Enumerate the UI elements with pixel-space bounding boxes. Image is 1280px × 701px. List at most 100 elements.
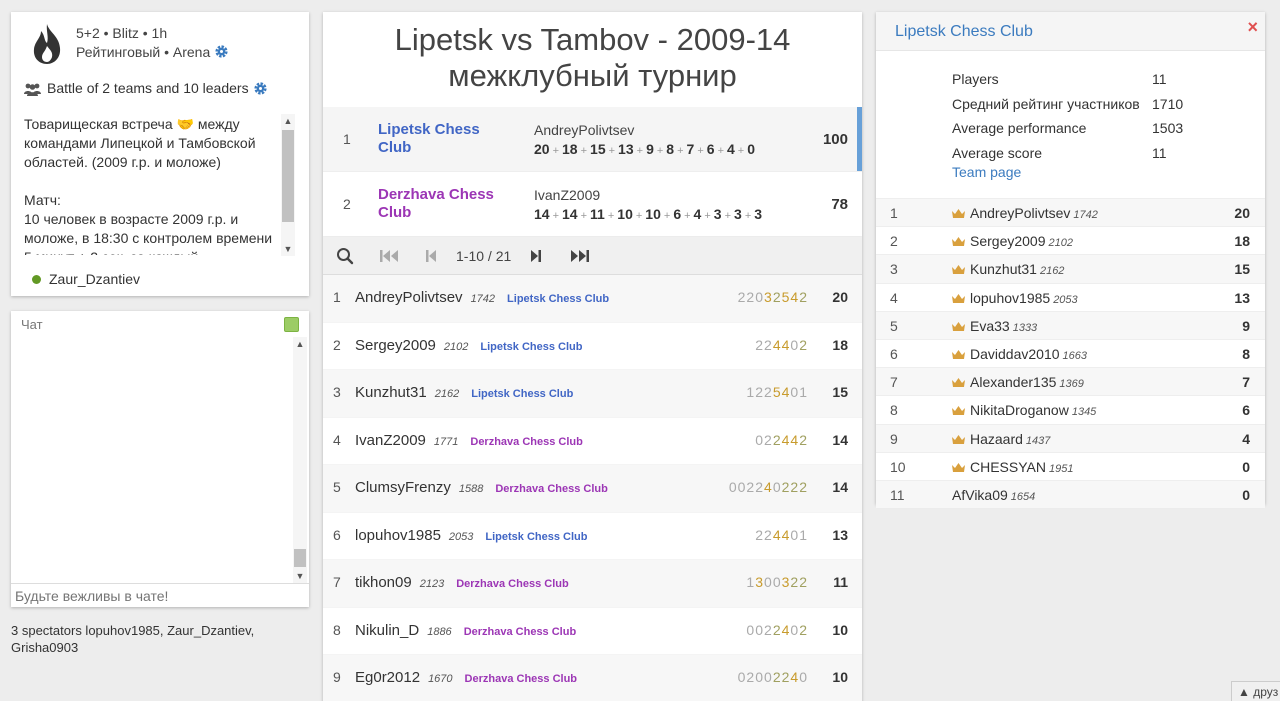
member-cell[interactable]: Hazaard 1437 bbox=[952, 431, 1050, 447]
prev-page-icon[interactable] bbox=[425, 248, 437, 264]
player-name[interactable]: Nikulin_D bbox=[355, 622, 419, 639]
team-stats: Average score 11 Average performance 1503 Ср… bbox=[876, 51, 1265, 198]
scroll-thumb[interactable] bbox=[294, 549, 306, 567]
team-standing-row[interactable]: 1 Lipetsk Chess Club AndreyPolivtsev 20 +18… bbox=[323, 107, 862, 172]
standing-team[interactable]: Derzhava Chess Club bbox=[378, 186, 508, 222]
member-cell[interactable]: Daviddav2010 1663 bbox=[952, 346, 1087, 362]
member-name[interactable]: NikitaDroganow bbox=[970, 402, 1069, 418]
friends-tab[interactable]: ▲ друз bbox=[1231, 681, 1280, 701]
scroll-up-icon[interactable]: ▲ bbox=[281, 114, 295, 128]
member-name[interactable]: Daviddav2010 bbox=[970, 346, 1060, 362]
player-name[interactable]: lopuhov1985 bbox=[355, 527, 441, 544]
player-team[interactable]: Lipetsk Chess Club bbox=[471, 388, 573, 400]
list-item[interactable]: 8 NikitaDroganow 1345 6 bbox=[876, 395, 1265, 423]
list-item[interactable]: 10 CHESSYAN 1951 0 bbox=[876, 451, 1265, 480]
member-cell[interactable]: Alexander135 1369 bbox=[952, 374, 1084, 390]
description-scrollbar[interactable]: ▲ ▼ bbox=[281, 114, 295, 256]
member-name[interactable]: AfVika09 bbox=[952, 487, 1008, 503]
player-name[interactable]: Sergey2009 bbox=[355, 337, 436, 354]
player-score: 15 bbox=[832, 384, 848, 400]
player-team[interactable]: Lipetsk Chess Club bbox=[507, 293, 609, 305]
player-team[interactable]: Derzhava Chess Club bbox=[464, 626, 576, 638]
scroll-down-icon[interactable]: ▼ bbox=[293, 569, 307, 583]
player-rank: 4 bbox=[333, 431, 341, 448]
scroll-up-icon[interactable]: ▲ bbox=[293, 337, 307, 351]
player-name[interactable]: tikhon09 bbox=[355, 574, 412, 591]
table-row[interactable]: 7 tikhon09 2123 Derzhava Chess Club 1300322 1… bbox=[323, 560, 862, 608]
member-cell[interactable]: AndreyPolivtsev 1742 bbox=[952, 205, 1098, 221]
table-row[interactable]: 3 Kunzhut31 2162 Lipetsk Chess Club 1225401 1… bbox=[323, 370, 862, 418]
player-team[interactable]: Derzhava Chess Club bbox=[470, 436, 582, 448]
player-team[interactable]: Derzhava Chess Club bbox=[465, 673, 577, 685]
table-row[interactable]: 8 Nikulin_D 1886 Derzhava Chess Club 0022402… bbox=[323, 608, 862, 655]
standing-team[interactable]: Lipetsk Chess Club bbox=[378, 121, 508, 157]
player-cell[interactable]: ClumsyFrenzy 1588 Derzhava Chess Club bbox=[355, 479, 608, 496]
close-icon[interactable]: × bbox=[1247, 17, 1258, 38]
list-item[interactable]: 3 Kunzhut31 2162 15 bbox=[876, 254, 1265, 283]
member-cell[interactable]: NikitaDroganow 1345 bbox=[952, 402, 1096, 418]
tournament-creator[interactable]: Zaur_Dzantiev bbox=[32, 271, 140, 287]
player-name[interactable]: IvanZ2009 bbox=[355, 432, 426, 449]
player-cell[interactable]: Kunzhut31 2162 Lipetsk Chess Club bbox=[355, 384, 573, 401]
player-cell[interactable]: lopuhov1985 2053 Lipetsk Chess Club bbox=[355, 527, 587, 544]
player-cell[interactable]: Eg0r2012 1670 Derzhava Chess Club bbox=[355, 669, 577, 686]
player-cell[interactable]: tikhon09 2123 Derzhava Chess Club bbox=[355, 574, 569, 591]
standing-leader[interactable]: AndreyPolivtsev bbox=[534, 122, 634, 138]
player-name[interactable]: AndreyPolivtsev bbox=[355, 289, 463, 306]
player-team[interactable]: Derzhava Chess Club bbox=[495, 483, 607, 495]
player-team[interactable]: Lipetsk Chess Club bbox=[485, 531, 587, 543]
list-item[interactable]: 5 Eva33 1333 9 bbox=[876, 310, 1265, 339]
list-item[interactable]: 9 Hazaard 1437 4 bbox=[876, 423, 1265, 452]
member-cell[interactable]: CHESSYAN 1951 bbox=[952, 459, 1073, 475]
chat-input[interactable] bbox=[11, 583, 309, 607]
chat-scrollbar[interactable]: ▲ ▼ bbox=[293, 337, 307, 583]
list-item[interactable]: 11 AfVika09 1654 0 bbox=[876, 479, 1265, 509]
member-cell[interactable]: lopuhov1985 2053 bbox=[952, 290, 1078, 306]
player-name[interactable]: Kunzhut31 bbox=[355, 384, 427, 401]
standing-leader[interactable]: IvanZ2009 bbox=[534, 187, 600, 203]
member-name[interactable]: Hazaard bbox=[970, 431, 1023, 447]
scroll-down-icon[interactable]: ▼ bbox=[281, 242, 295, 256]
next-page-icon[interactable] bbox=[530, 248, 542, 264]
member-cell[interactable]: Sergey2009 2102 bbox=[952, 233, 1073, 249]
member-name[interactable]: lopuhov1985 bbox=[970, 290, 1050, 306]
player-cell[interactable]: Nikulin_D 1886 Derzhava Chess Club bbox=[355, 622, 576, 639]
gear-icon[interactable] bbox=[214, 44, 229, 59]
crown-icon bbox=[952, 434, 965, 444]
member-name[interactable]: CHESSYAN bbox=[970, 459, 1046, 475]
member-cell[interactable]: Kunzhut31 2162 bbox=[952, 261, 1064, 277]
table-row[interactable]: 1 AndreyPolivtsev 1742 Lipetsk Chess Club 22… bbox=[323, 275, 862, 323]
member-name[interactable]: Sergey2009 bbox=[970, 233, 1046, 249]
list-item[interactable]: 7 Alexander135 1369 7 bbox=[876, 367, 1265, 396]
team-page-link[interactable]: Team page bbox=[952, 164, 1021, 180]
member-cell[interactable]: Eva33 1333 bbox=[952, 318, 1037, 334]
gear-icon[interactable] bbox=[253, 81, 268, 96]
first-page-icon[interactable] bbox=[379, 248, 399, 264]
player-name[interactable]: Eg0r2012 bbox=[355, 669, 420, 686]
table-row[interactable]: 6 lopuhov1985 2053 Lipetsk Chess Club 224401… bbox=[323, 513, 862, 560]
player-name[interactable]: ClumsyFrenzy bbox=[355, 479, 451, 496]
player-cell[interactable]: IvanZ2009 1771 Derzhava Chess Club bbox=[355, 432, 583, 449]
table-row[interactable]: 4 IvanZ2009 1771 Derzhava Chess Club 022442 1… bbox=[323, 418, 862, 465]
member-name[interactable]: Eva33 bbox=[970, 318, 1010, 334]
team-standing-row[interactable]: 2 Derzhava Chess Club IvanZ2009 14 +14 +11 +1… bbox=[323, 172, 862, 237]
scroll-thumb[interactable] bbox=[282, 130, 294, 222]
list-item[interactable]: 4 lopuhov1985 2053 13 bbox=[876, 282, 1265, 311]
player-cell[interactable]: AndreyPolivtsev 1742 Lipetsk Chess Club bbox=[355, 289, 609, 306]
list-item[interactable]: 6 Daviddav2010 1663 8 bbox=[876, 338, 1265, 367]
list-item[interactable]: 1 AndreyPolivtsev 1742 20 bbox=[876, 198, 1265, 227]
table-row[interactable]: 9 Eg0r2012 1670 Derzhava Chess Club 02002240… bbox=[323, 655, 862, 701]
table-row[interactable]: 5 ClumsyFrenzy 1588 Derzhava Chess Club 0022… bbox=[323, 465, 862, 513]
member-name[interactable]: AndreyPolivtsev bbox=[970, 205, 1070, 221]
list-item[interactable]: 2 Sergey2009 2102 18 bbox=[876, 226, 1265, 254]
chat-toggle-checkbox[interactable] bbox=[284, 317, 299, 332]
member-name[interactable]: Alexander135 bbox=[970, 374, 1056, 390]
player-cell[interactable]: Sergey2009 2102 Lipetsk Chess Club bbox=[355, 337, 582, 354]
table-row[interactable]: 2 Sergey2009 2102 Lipetsk Chess Club 224402 1… bbox=[323, 323, 862, 370]
search-icon[interactable] bbox=[336, 247, 354, 265]
member-name[interactable]: Kunzhut31 bbox=[970, 261, 1037, 277]
player-team[interactable]: Derzhava Chess Club bbox=[456, 578, 568, 590]
player-team[interactable]: Lipetsk Chess Club bbox=[480, 341, 582, 353]
member-cell[interactable]: AfVika09 1654 bbox=[952, 487, 1035, 503]
last-page-icon[interactable] bbox=[570, 248, 590, 264]
